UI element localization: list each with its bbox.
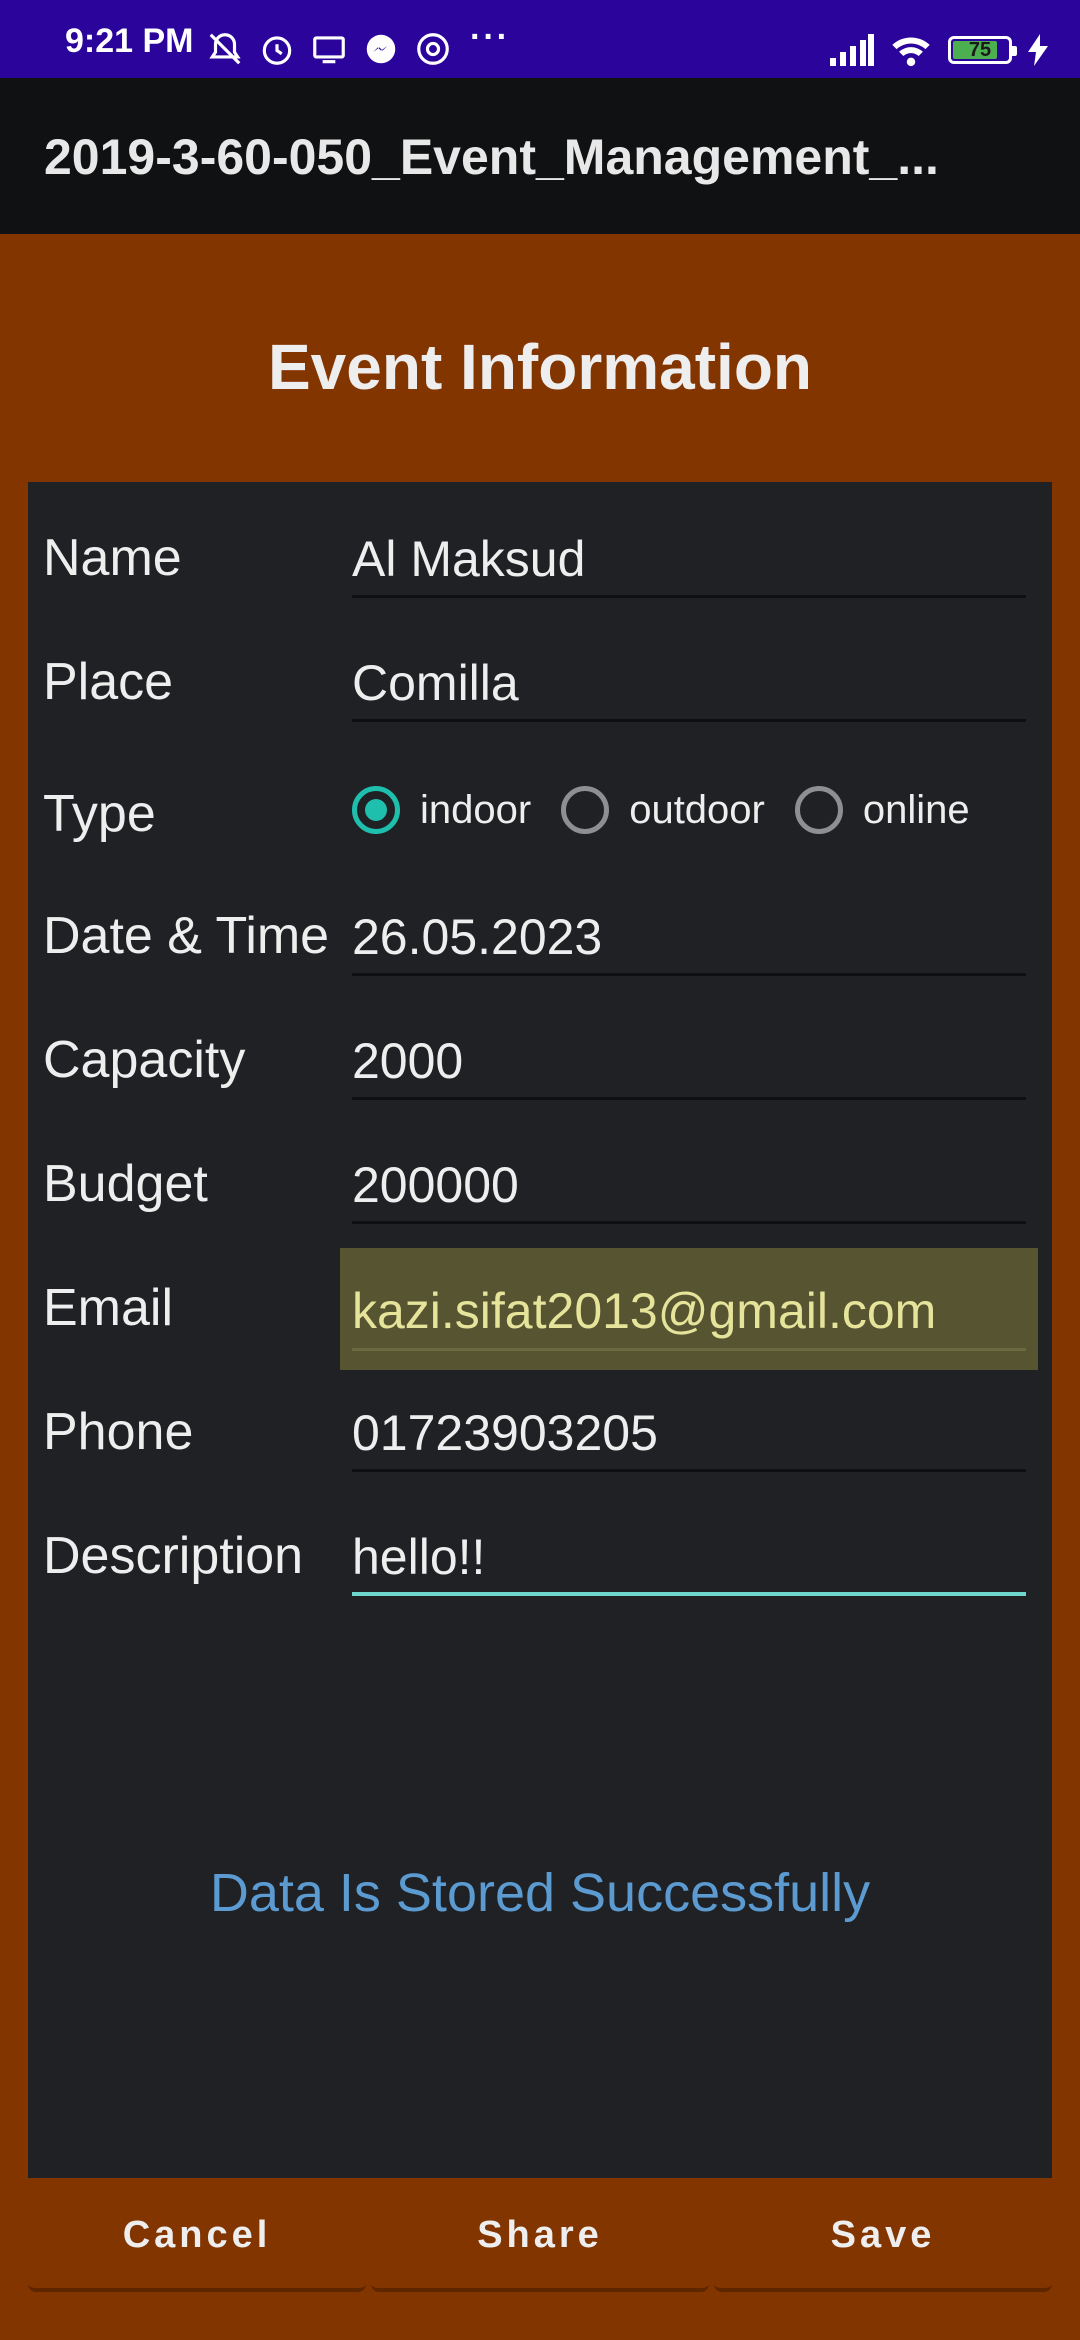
datetime-field[interactable]: 26.05.2023 <box>352 900 1026 976</box>
at-icon <box>417 33 449 65</box>
name-field[interactable]: Al Maksud <box>352 522 1026 598</box>
success-message: Data Is Stored Successfully <box>209 1863 871 1923</box>
cancel-button[interactable]: Cancel <box>28 2182 366 2292</box>
capacity-field[interactable]: 2000 <box>352 1024 1026 1100</box>
phone-field[interactable]: 01723903205 <box>352 1396 1026 1472</box>
status-system-icons: 75 <box>830 30 1048 70</box>
description-value: hello!! <box>352 1529 486 1585</box>
datetime-label: Date & Time <box>43 907 330 965</box>
charging-icon <box>1028 34 1048 66</box>
share-button[interactable]: Share <box>371 2182 709 2292</box>
radio-indoor-label: indoor <box>420 787 532 832</box>
screen-icon <box>313 36 345 64</box>
messenger-icon <box>366 34 396 64</box>
budget-label: Budget <box>43 1155 208 1213</box>
email-value: kazi.sifat2013@gmail.com <box>352 1283 937 1339</box>
radio-outdoor[interactable]: outdoor <box>561 786 765 834</box>
bell-off-icon <box>209 33 241 65</box>
type-label: Type <box>43 785 156 843</box>
place-field[interactable]: Comilla <box>352 646 1026 722</box>
place-label: Place <box>43 653 174 711</box>
budget-value: 200000 <box>352 1157 519 1213</box>
capacity-label: Capacity <box>43 1031 246 1089</box>
radio-outdoor-label: outdoor <box>629 787 765 832</box>
more-notifications-icon: ··· <box>470 18 510 56</box>
radio-online-label: online <box>862 787 970 832</box>
action-buttons: Cancel Share Save <box>28 2182 1052 2292</box>
place-value: Comilla <box>352 655 519 711</box>
alarm-icon <box>262 36 292 65</box>
email-field[interactable]: kazi.sifat2013@gmail.com <box>340 1248 1038 1370</box>
email-label: Email <box>43 1279 174 1337</box>
status-bar: 9:21 PM ··· 75 <box>0 0 1080 78</box>
description-label: Description <box>43 1527 304 1585</box>
battery-level: 75 <box>968 39 992 61</box>
name-value: Al Maksud <box>352 531 586 587</box>
type-radio-group: indoor outdoor online <box>352 780 1000 840</box>
phone-value: 01723903205 <box>352 1405 658 1461</box>
page-title: Event Information <box>267 331 813 403</box>
radio-indoor-circle[interactable] <box>352 786 400 834</box>
battery-tip <box>1012 46 1017 56</box>
radio-outdoor-circle[interactable] <box>561 786 610 834</box>
email-underline <box>352 1348 1026 1351</box>
description-field[interactable]: hello!! <box>352 1520 1026 1596</box>
phone-label: Phone <box>43 1403 194 1461</box>
radio-indoor[interactable]: indoor <box>352 786 531 834</box>
capacity-value: 2000 <box>352 1033 464 1089</box>
signal-icon <box>830 34 874 66</box>
wifi-icon <box>892 37 930 67</box>
app-title: 2019-3-60-050_Event_Management_... <box>44 129 939 185</box>
budget-field[interactable]: 200000 <box>352 1148 1026 1224</box>
radio-online[interactable]: online <box>794 786 970 834</box>
datetime-value: 26.05.2023 <box>352 909 603 965</box>
status-notification-icons <box>206 28 452 70</box>
status-time: 9:21 PM <box>65 22 194 60</box>
app-bar: 2019-3-60-050_Event_Management_... <box>0 78 1080 234</box>
battery-icon: 75 <box>948 36 1017 64</box>
save-button[interactable]: Save <box>714 2182 1052 2292</box>
radio-online-circle[interactable] <box>794 786 843 834</box>
name-label: Name <box>43 529 182 587</box>
